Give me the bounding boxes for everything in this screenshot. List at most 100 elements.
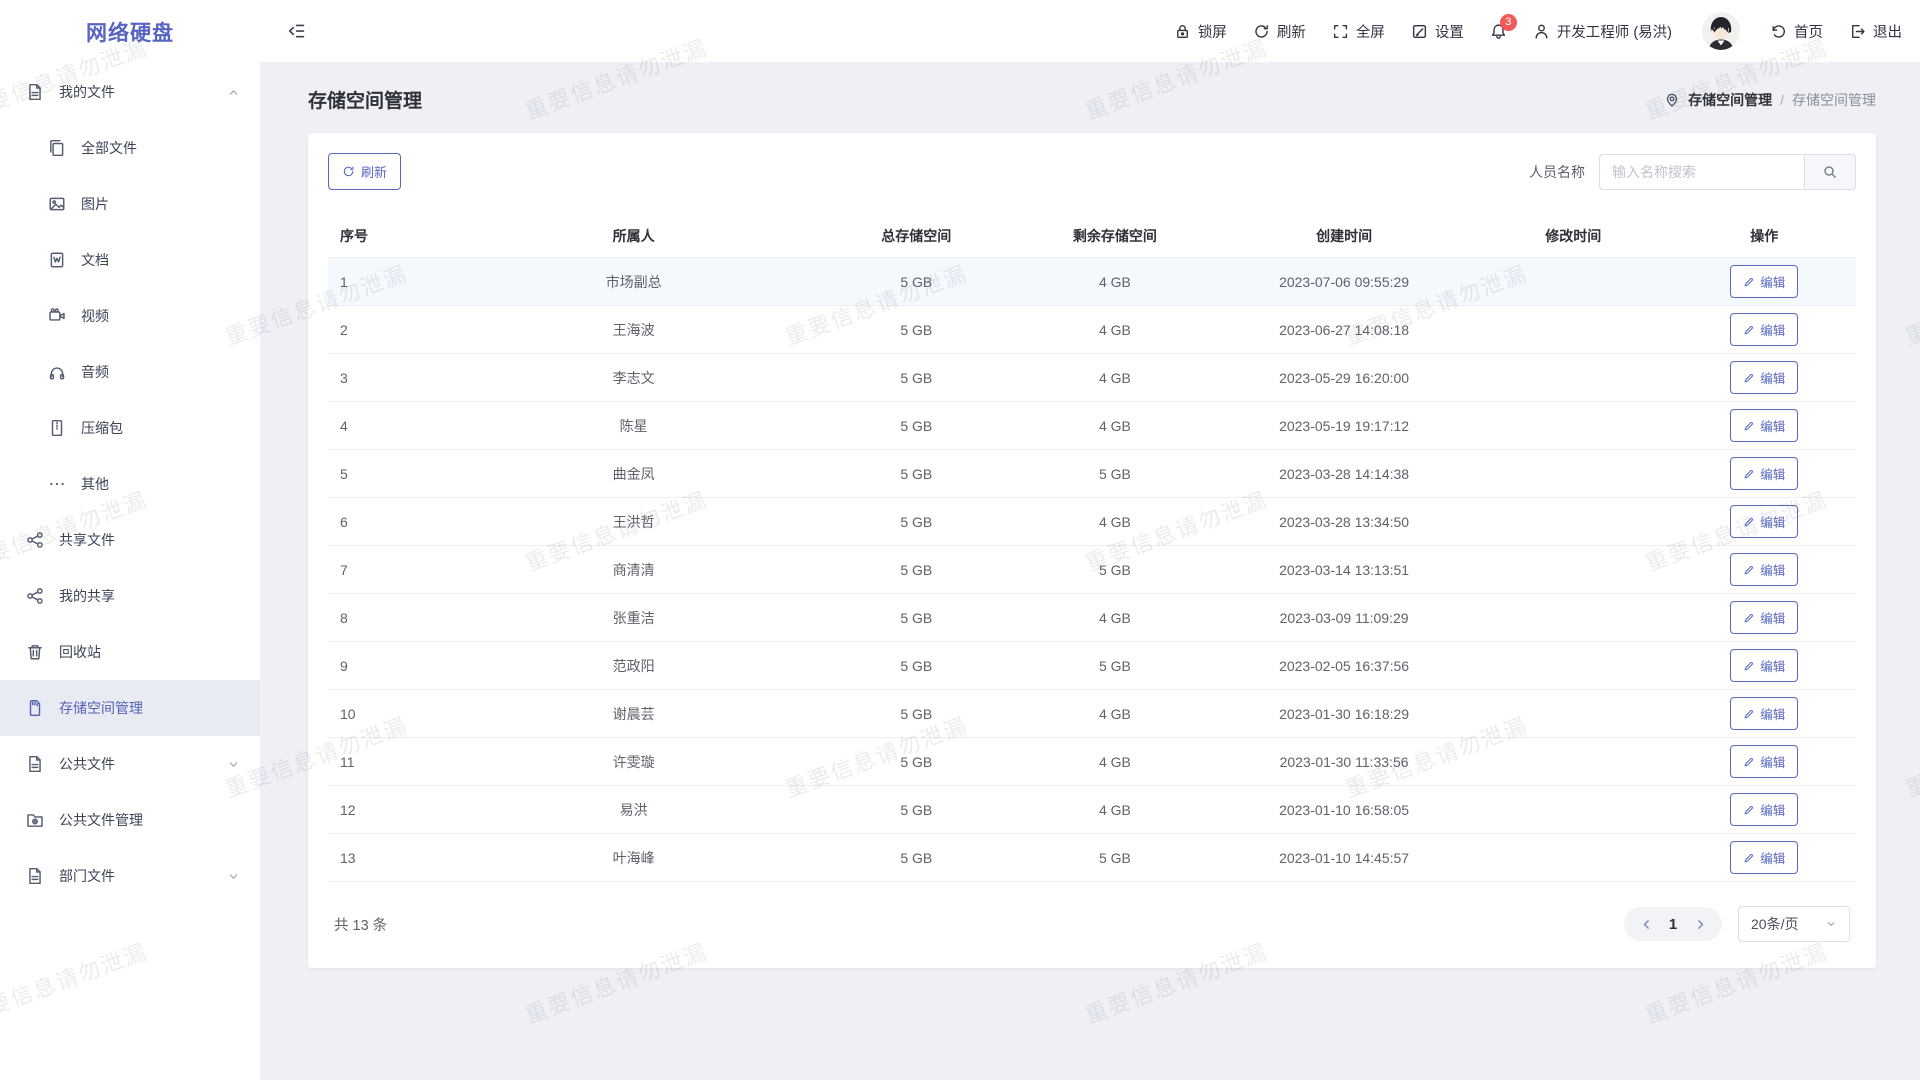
next-page-button[interactable] (1686, 907, 1714, 941)
cell-total: 5 GB (817, 272, 1016, 292)
table-header-row: 序号所属人总存储空间剩余存储空间创建时间修改时间操作 (328, 214, 1856, 258)
avatar[interactable] (1702, 12, 1740, 50)
cell-no: 8 (328, 608, 450, 628)
cell-owner: 叶海峰 (450, 846, 817, 870)
table-row: 5曲金凤5 GB5 GB2023-03-28 14:14:38编辑 (328, 450, 1856, 498)
cell-total: 5 GB (817, 512, 1016, 532)
cell-modified (1474, 712, 1673, 716)
cell-modified (1474, 808, 1673, 812)
sidebar-item-department-files[interactable]: 部门文件 (0, 848, 260, 904)
cell-action: 编辑 (1673, 839, 1856, 876)
user-icon (1533, 23, 1550, 40)
cell-no: 5 (328, 464, 450, 484)
audio-icon (48, 363, 66, 381)
sidebar: 网络硬盘 我的文件全部文件图片文档视频音频压缩包其他共享文件我的共享回收站存储空… (0, 0, 260, 1080)
refresh-table-button[interactable]: 刷新 (328, 153, 401, 190)
sidebar-item-public-files[interactable]: 公共文件 (0, 736, 260, 792)
home-button[interactable]: 首页 (1770, 21, 1823, 42)
sidebar-item-videos[interactable]: 视频 (0, 288, 260, 344)
chevron-up-icon (227, 86, 240, 99)
sidebar-item-storage-management[interactable]: 存储空间管理 (0, 680, 260, 736)
cell-remaining: 5 GB (1016, 464, 1215, 484)
cell-action: 编辑 (1673, 743, 1856, 780)
sidebar-item-all-files[interactable]: 全部文件 (0, 120, 260, 176)
edit-button[interactable]: 编辑 (1730, 265, 1798, 298)
user-menu[interactable]: 开发工程师 (易洪) (1533, 21, 1672, 42)
sidebar-item-documents[interactable]: 文档 (0, 232, 260, 288)
cell-remaining: 4 GB (1016, 272, 1215, 292)
page-title: 存储空间管理 (308, 86, 422, 113)
sidebar-item-shared-files[interactable]: 共享文件 (0, 512, 260, 568)
cell-remaining: 4 GB (1016, 320, 1215, 340)
cell-created: 2023-02-05 16:37:56 (1214, 656, 1474, 676)
image-icon (48, 195, 66, 213)
cell-created: 2023-01-30 16:18:29 (1214, 704, 1474, 724)
edit-button[interactable]: 编辑 (1730, 793, 1798, 826)
edit-button[interactable]: 编辑 (1730, 841, 1798, 874)
cell-modified (1474, 568, 1673, 572)
settings-icon (1411, 23, 1428, 40)
sidebar-item-images[interactable]: 图片 (0, 176, 260, 232)
breadcrumb: 存储空间管理 / 存储空间管理 (1664, 90, 1876, 110)
edit-button[interactable]: 编辑 (1730, 745, 1798, 778)
topbar-actions: 锁屏 刷新 全屏 设置 3 开发工程师 (易洪) 首页 退出 (1174, 12, 1902, 50)
sidebar-item-public-file-admin[interactable]: 公共文件管理 (0, 792, 260, 848)
notifications-button[interactable]: 3 (1490, 23, 1507, 40)
folder-manage-icon (26, 811, 44, 829)
search-input[interactable] (1599, 154, 1804, 190)
sidebar-item-archives[interactable]: 压缩包 (0, 400, 260, 456)
edit-button[interactable]: 编辑 (1730, 553, 1798, 586)
sidebar-item-recycle-bin[interactable]: 回收站 (0, 624, 260, 680)
sidebar-collapse-button[interactable] (286, 21, 306, 41)
cell-owner: 商清清 (450, 558, 817, 582)
cell-modified (1474, 664, 1673, 668)
cell-no: 3 (328, 368, 450, 388)
table-row: 6王洪哲5 GB4 GB2023-03-28 13:34:50编辑 (328, 498, 1856, 546)
cell-no: 10 (328, 704, 450, 724)
logout-button[interactable]: 退出 (1849, 21, 1902, 42)
cell-total: 5 GB (817, 368, 1016, 388)
cell-owner: 曲金凤 (450, 462, 817, 486)
prev-page-button[interactable] (1632, 907, 1660, 941)
cell-total: 5 GB (817, 320, 1016, 340)
edit-button[interactable]: 编辑 (1730, 505, 1798, 538)
breadcrumb-parent[interactable]: 存储空间管理 (1688, 90, 1772, 110)
settings-button[interactable]: 设置 (1411, 21, 1464, 42)
edit-button[interactable]: 编辑 (1730, 697, 1798, 730)
cell-created: 2023-05-19 19:17:12 (1214, 416, 1474, 436)
file-text-icon (26, 83, 44, 101)
current-page[interactable]: 1 (1660, 916, 1686, 933)
card-footer: 共 13 条 1 20条/页 (328, 906, 1856, 942)
cell-created: 2023-01-10 16:58:05 (1214, 800, 1474, 820)
cell-owner: 李志文 (450, 366, 817, 390)
sidebar-item-other[interactable]: 其他 (0, 456, 260, 512)
sidebar-item-my-shares[interactable]: 我的共享 (0, 568, 260, 624)
sidebar-item-audio[interactable]: 音频 (0, 344, 260, 400)
cell-modified (1474, 856, 1673, 860)
edit-button[interactable]: 编辑 (1730, 649, 1798, 682)
edit-button[interactable]: 编辑 (1730, 409, 1798, 442)
lock-screen-button[interactable]: 锁屏 (1174, 21, 1227, 42)
cell-modified (1474, 376, 1673, 380)
edit-button[interactable]: 编辑 (1730, 457, 1798, 490)
fullscreen-button[interactable]: 全屏 (1332, 21, 1385, 42)
refresh-page-button[interactable]: 刷新 (1253, 21, 1306, 42)
cell-owner: 陈星 (450, 414, 817, 438)
search-area: 人员名称 (1529, 154, 1856, 190)
cell-created: 2023-01-10 14:45:57 (1214, 848, 1474, 868)
sidebar-item-my-files[interactable]: 我的文件 (0, 64, 260, 120)
table-row: 4陈星5 GB4 GB2023-05-19 19:17:12编辑 (328, 402, 1856, 450)
table-row: 12易洪5 GB4 GB2023-01-10 16:58:05编辑 (328, 786, 1856, 834)
page-size-select[interactable]: 20条/页 (1738, 906, 1850, 942)
file-text-icon (26, 755, 44, 773)
edit-button[interactable]: 编辑 (1730, 313, 1798, 346)
search-button[interactable] (1804, 154, 1856, 190)
cell-action: 编辑 (1673, 455, 1856, 492)
cell-remaining: 4 GB (1016, 752, 1215, 772)
cell-total: 5 GB (817, 416, 1016, 436)
cell-total: 5 GB (817, 464, 1016, 484)
app-logo: 网络硬盘 (0, 0, 260, 64)
edit-button[interactable]: 编辑 (1730, 601, 1798, 634)
edit-button[interactable]: 编辑 (1730, 361, 1798, 394)
cell-created: 2023-03-28 13:34:50 (1214, 512, 1474, 532)
